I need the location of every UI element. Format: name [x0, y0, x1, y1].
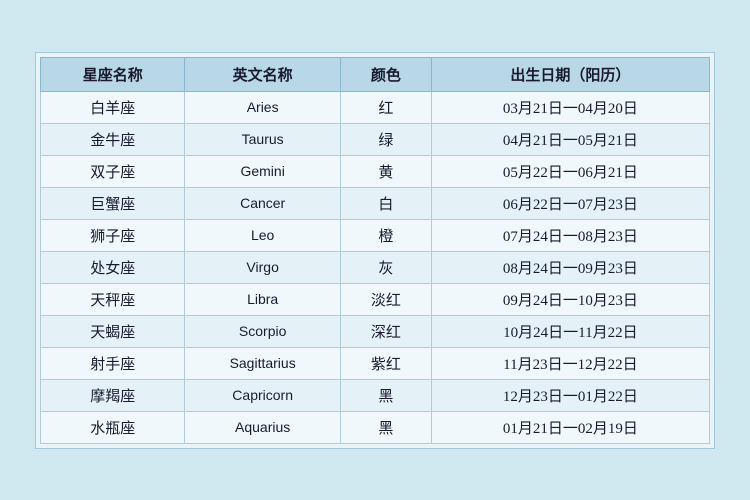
table-row: 巨蟹座Cancer白06月22日一07月23日	[41, 187, 710, 219]
cell-dates: 08月24日一09月23日	[431, 251, 709, 283]
table-row: 天蝎座Scorpio深红10月24日一11月22日	[41, 315, 710, 347]
table-row: 双子座Gemini黄05月22日一06月21日	[41, 155, 710, 187]
cell-dates: 10月24日一11月22日	[431, 315, 709, 347]
table-header-row: 星座名称 英文名称 颜色 出生日期（阳历）	[41, 57, 710, 91]
cell-color: 白	[340, 187, 431, 219]
cell-color: 黑	[340, 379, 431, 411]
cell-chinese-name: 金牛座	[41, 123, 185, 155]
cell-english-name: Cancer	[185, 187, 340, 219]
cell-chinese-name: 天秤座	[41, 283, 185, 315]
cell-chinese-name: 巨蟹座	[41, 187, 185, 219]
cell-chinese-name: 白羊座	[41, 91, 185, 123]
cell-color: 绿	[340, 123, 431, 155]
table-row: 天秤座Libra淡红09月24日一10月23日	[41, 283, 710, 315]
header-color: 颜色	[340, 57, 431, 91]
cell-english-name: Taurus	[185, 123, 340, 155]
cell-chinese-name: 处女座	[41, 251, 185, 283]
header-english-name: 英文名称	[185, 57, 340, 91]
cell-color: 黑	[340, 411, 431, 443]
header-chinese-name: 星座名称	[41, 57, 185, 91]
table-row: 处女座Virgo灰08月24日一09月23日	[41, 251, 710, 283]
cell-color: 红	[340, 91, 431, 123]
cell-english-name: Gemini	[185, 155, 340, 187]
table-row: 射手座Sagittarius紫红11月23日一12月22日	[41, 347, 710, 379]
cell-dates: 09月24日一10月23日	[431, 283, 709, 315]
table-row: 水瓶座Aquarius黑01月21日一02月19日	[41, 411, 710, 443]
cell-chinese-name: 双子座	[41, 155, 185, 187]
cell-dates: 06月22日一07月23日	[431, 187, 709, 219]
table-row: 白羊座Aries红03月21日一04月20日	[41, 91, 710, 123]
cell-chinese-name: 天蝎座	[41, 315, 185, 347]
cell-english-name: Aries	[185, 91, 340, 123]
cell-dates: 11月23日一12月22日	[431, 347, 709, 379]
cell-chinese-name: 水瓶座	[41, 411, 185, 443]
cell-english-name: Virgo	[185, 251, 340, 283]
cell-chinese-name: 摩羯座	[41, 379, 185, 411]
table-row: 摩羯座Capricorn黑12月23日一01月22日	[41, 379, 710, 411]
cell-color: 橙	[340, 219, 431, 251]
cell-chinese-name: 狮子座	[41, 219, 185, 251]
cell-color: 紫红	[340, 347, 431, 379]
cell-english-name: Libra	[185, 283, 340, 315]
cell-english-name: Scorpio	[185, 315, 340, 347]
cell-english-name: Capricorn	[185, 379, 340, 411]
cell-color: 深红	[340, 315, 431, 347]
zodiac-table-container: 星座名称 英文名称 颜色 出生日期（阳历） 白羊座Aries红03月21日一04…	[35, 52, 715, 449]
cell-chinese-name: 射手座	[41, 347, 185, 379]
cell-dates: 01月21日一02月19日	[431, 411, 709, 443]
cell-color: 灰	[340, 251, 431, 283]
cell-color: 黄	[340, 155, 431, 187]
table-row: 狮子座Leo橙07月24日一08月23日	[41, 219, 710, 251]
cell-english-name: Aquarius	[185, 411, 340, 443]
header-dates: 出生日期（阳历）	[431, 57, 709, 91]
cell-english-name: Leo	[185, 219, 340, 251]
cell-dates: 07月24日一08月23日	[431, 219, 709, 251]
zodiac-table: 星座名称 英文名称 颜色 出生日期（阳历） 白羊座Aries红03月21日一04…	[40, 57, 710, 444]
cell-color: 淡红	[340, 283, 431, 315]
table-row: 金牛座Taurus绿04月21日一05月21日	[41, 123, 710, 155]
cell-english-name: Sagittarius	[185, 347, 340, 379]
cell-dates: 12月23日一01月22日	[431, 379, 709, 411]
cell-dates: 05月22日一06月21日	[431, 155, 709, 187]
table-body: 白羊座Aries红03月21日一04月20日金牛座Taurus绿04月21日一0…	[41, 91, 710, 443]
cell-dates: 03月21日一04月20日	[431, 91, 709, 123]
cell-dates: 04月21日一05月21日	[431, 123, 709, 155]
